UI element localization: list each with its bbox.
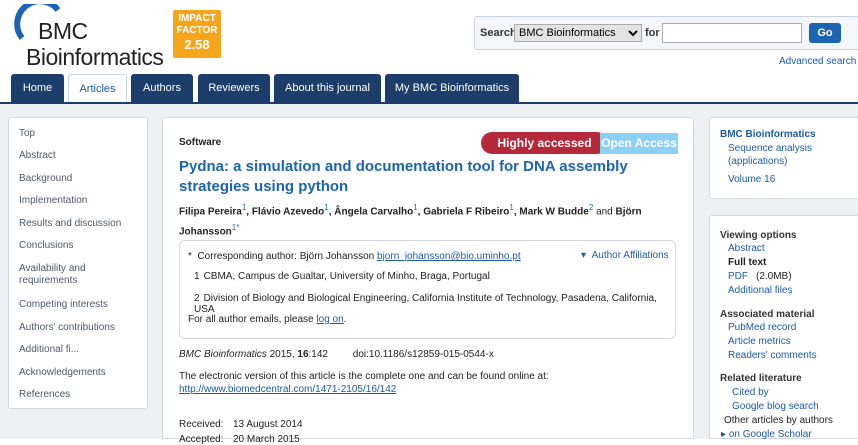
citation-line: BMC Bioinformatics 2015, 16:142 doi:10.1… xyxy=(179,349,494,360)
article-metrics-link[interactable]: Article metrics xyxy=(728,335,791,348)
authors-and: and xyxy=(596,206,613,218)
tab-articles[interactable]: Articles xyxy=(68,74,127,104)
full-text-current: Full text xyxy=(728,257,767,268)
other-articles-label: Other articles by authors xyxy=(724,415,833,426)
viewing-options-heading: Viewing options xyxy=(720,230,797,241)
corresponding-author: * Corresponding author: Björn Johansson … xyxy=(188,251,521,262)
impact-factor-badge[interactable]: IMPACT FACTOR 2.58 xyxy=(173,10,221,58)
search-scope-select[interactable]: BMC Bioinformatics xyxy=(514,24,642,42)
pdf-link[interactable]: PDF xyxy=(728,270,748,283)
tab-authors[interactable]: Authors xyxy=(131,74,193,103)
outline-top[interactable]: Top xyxy=(19,128,35,140)
log-on-link[interactable]: log on xyxy=(316,314,343,325)
open-access-badge[interactable]: Open Access xyxy=(600,133,678,154)
abstract-link[interactable]: Abstract xyxy=(728,242,765,255)
highly-accessed-badge[interactable]: Highly accessed xyxy=(481,132,608,154)
author-name[interactable]: Mark W Budde xyxy=(519,206,588,217)
electronic-version-note: The electronic version of this article i… xyxy=(179,371,549,395)
outline-references[interactable]: References xyxy=(19,389,70,401)
article-main: Software Highly accessed Open Access Pyd… xyxy=(162,117,694,445)
readers-comments-link[interactable]: Readers' comments xyxy=(728,349,817,362)
for-label: for xyxy=(645,27,660,39)
outline-competing[interactable]: Competing interests xyxy=(19,299,108,311)
author-name[interactable]: Filipa Pereira xyxy=(179,206,242,217)
tab-reviewers[interactable]: Reviewers xyxy=(198,74,270,103)
doi: doi:10.1186/s12859-015-0544-x xyxy=(352,349,494,360)
outline-additional-files[interactable]: Additional fi... xyxy=(19,344,79,356)
article-url-link[interactable]: http://www.biomedcentral.com/1471-2105/1… xyxy=(179,384,396,395)
expand-arrow-icon: ▸ xyxy=(721,429,727,440)
tab-home[interactable]: Home xyxy=(11,74,64,103)
outline-results[interactable]: Results and discussion xyxy=(19,218,121,230)
outline-background[interactable]: Background xyxy=(19,173,72,185)
author-list: Filipa Pereira1, Flávio Azevedo1, Ângela… xyxy=(179,203,642,238)
related-literature-heading: Related literature xyxy=(720,373,802,384)
main-nav: Home Articles Authors Reviewers About th… xyxy=(0,74,858,104)
outline-availability[interactable]: Availability and requirements xyxy=(19,263,129,287)
author-affil-sup[interactable]: 2 xyxy=(589,203,593,212)
article-tools-panel: Viewing options Abstract Full text PDF (… xyxy=(709,215,858,441)
author-affiliations-toggle[interactable]: ▾ Author Affiliations xyxy=(581,250,669,261)
affiliations-box: * Corresponding author: Björn Johansson … xyxy=(179,240,676,339)
outline-conclusions[interactable]: Conclusions xyxy=(19,240,73,252)
article-section-label: Software xyxy=(179,137,222,148)
search-bar: Search BMC Bioinformatics for Go xyxy=(474,16,858,50)
journal-link[interactable]: BMC Bioinformatics xyxy=(720,128,816,141)
author-affil-sup[interactable]: 1 xyxy=(509,203,513,212)
volume-link[interactable]: Volume 16 xyxy=(728,173,775,186)
article-outline-sidebar: Top Abstract Background Implementation R… xyxy=(8,117,148,409)
outline-abstract[interactable]: Abstract xyxy=(19,150,56,162)
section-link[interactable]: Sequence analysis xyxy=(728,142,812,155)
google-blog-link[interactable]: Google blog search xyxy=(732,400,819,413)
article-title: Pydna: a simulation and documentation to… xyxy=(179,158,628,195)
affiliation-item: 2 Division of Biology and Biological Engi… xyxy=(194,293,657,315)
author-affil-sup[interactable]: 1 xyxy=(242,203,246,212)
author-name[interactable]: Gabriela F Ribeiro xyxy=(423,206,509,217)
pdf-size: (2.0MB) xyxy=(756,271,792,282)
search-label: Search xyxy=(480,27,517,39)
logo-line2: Bioinformatics xyxy=(26,44,164,70)
author-name[interactable]: Flávio Azevedo xyxy=(252,206,324,217)
corresponding-email-link[interactable]: bjorn_johansson@bio.uminho.pt xyxy=(377,251,521,262)
received-date: Received: 13 August 2014 xyxy=(179,419,303,430)
tab-my-bmc[interactable]: My BMC Bioinformatics xyxy=(385,74,519,103)
author-affil-sup[interactable]: 1 xyxy=(413,203,417,212)
author-affil-sup[interactable]: 1 xyxy=(324,203,328,212)
author-name[interactable]: Ângela Carvalho xyxy=(334,206,413,217)
impact-factor-label: IMPACT FACTOR xyxy=(176,13,218,36)
cited-by-link[interactable]: Cited by xyxy=(732,386,769,399)
accepted-date: Accepted: 20 March 2015 xyxy=(179,434,300,445)
search-input[interactable] xyxy=(662,23,802,43)
outline-contributions[interactable]: Authors' contributions xyxy=(19,322,115,334)
google-scholar-link[interactable]: on Google Scholar xyxy=(729,429,812,440)
author-emails-note: For all author emails, please log on. xyxy=(188,314,347,325)
additional-files-link[interactable]: Additional files xyxy=(728,284,792,297)
impact-factor-value: 2.58 xyxy=(184,37,210,52)
section-link-cont[interactable]: (applications) xyxy=(728,155,787,168)
author-affil-sup[interactable]: 1* xyxy=(232,223,240,232)
tab-about-journal[interactable]: About this journal xyxy=(274,74,381,103)
outline-implementation[interactable]: Implementation xyxy=(19,195,87,207)
journal-info-panel: BMC Bioinformatics Sequence analysis (ap… xyxy=(709,117,858,199)
logo-line1: BMC xyxy=(38,18,88,44)
advanced-search-link[interactable]: Advanced search xyxy=(779,56,856,67)
scholar-row[interactable]: ▸ on Google Scholar xyxy=(721,428,812,441)
go-button[interactable]: Go xyxy=(809,23,841,43)
expand-arrow-icon: ▾ xyxy=(581,250,587,261)
associated-material-heading: Associated material xyxy=(720,309,815,320)
journal-logo[interactable]: BMC Bioinformatics xyxy=(14,4,174,70)
outline-acknowledgements[interactable]: Acknowledgements xyxy=(19,367,106,379)
affiliation-item: 1 CBMA, Campus de Gualtar, University of … xyxy=(194,271,490,282)
pubmed-link[interactable]: PubMed record xyxy=(728,321,796,334)
